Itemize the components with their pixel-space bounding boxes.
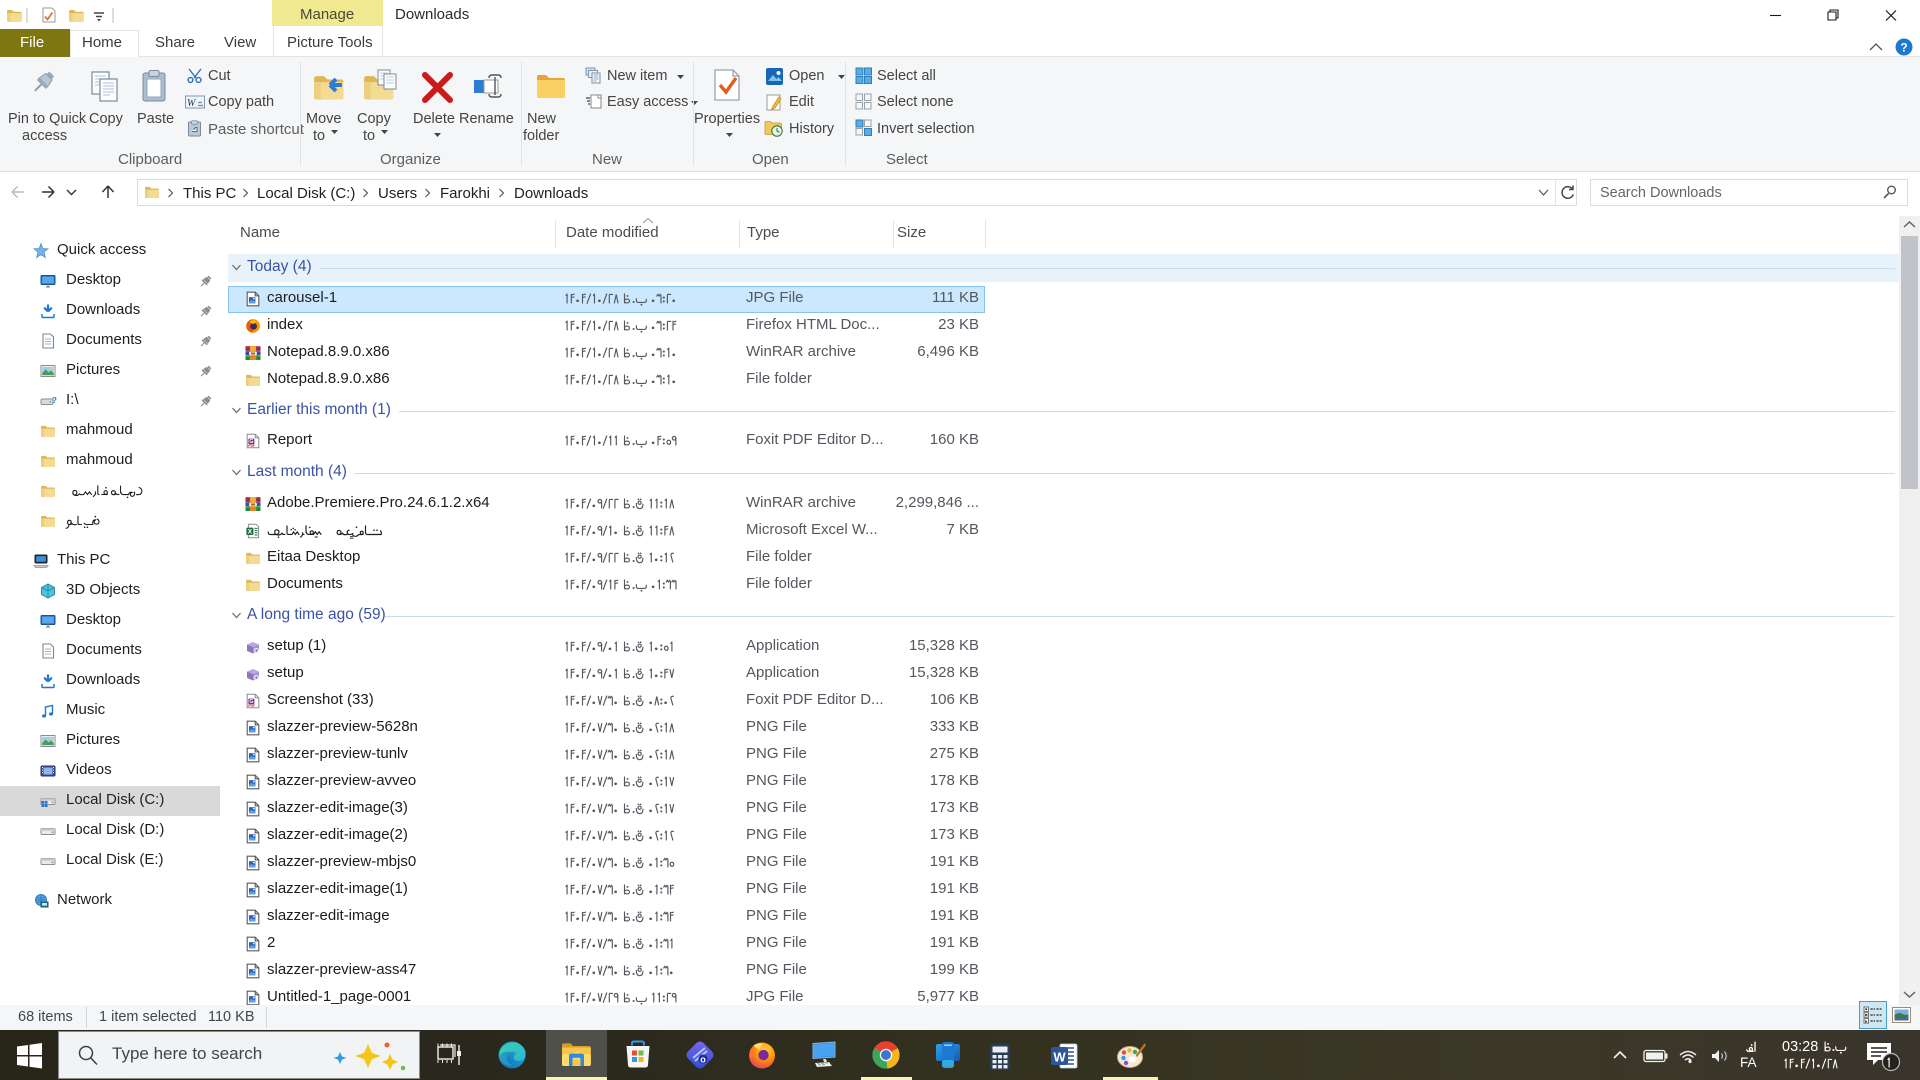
- svg-text:?: ?: [52, 396, 57, 405]
- svg-text:W: W: [1053, 1050, 1066, 1065]
- svg-text:o: o: [700, 1055, 706, 1065]
- svg-text:?: ?: [1900, 41, 1907, 55]
